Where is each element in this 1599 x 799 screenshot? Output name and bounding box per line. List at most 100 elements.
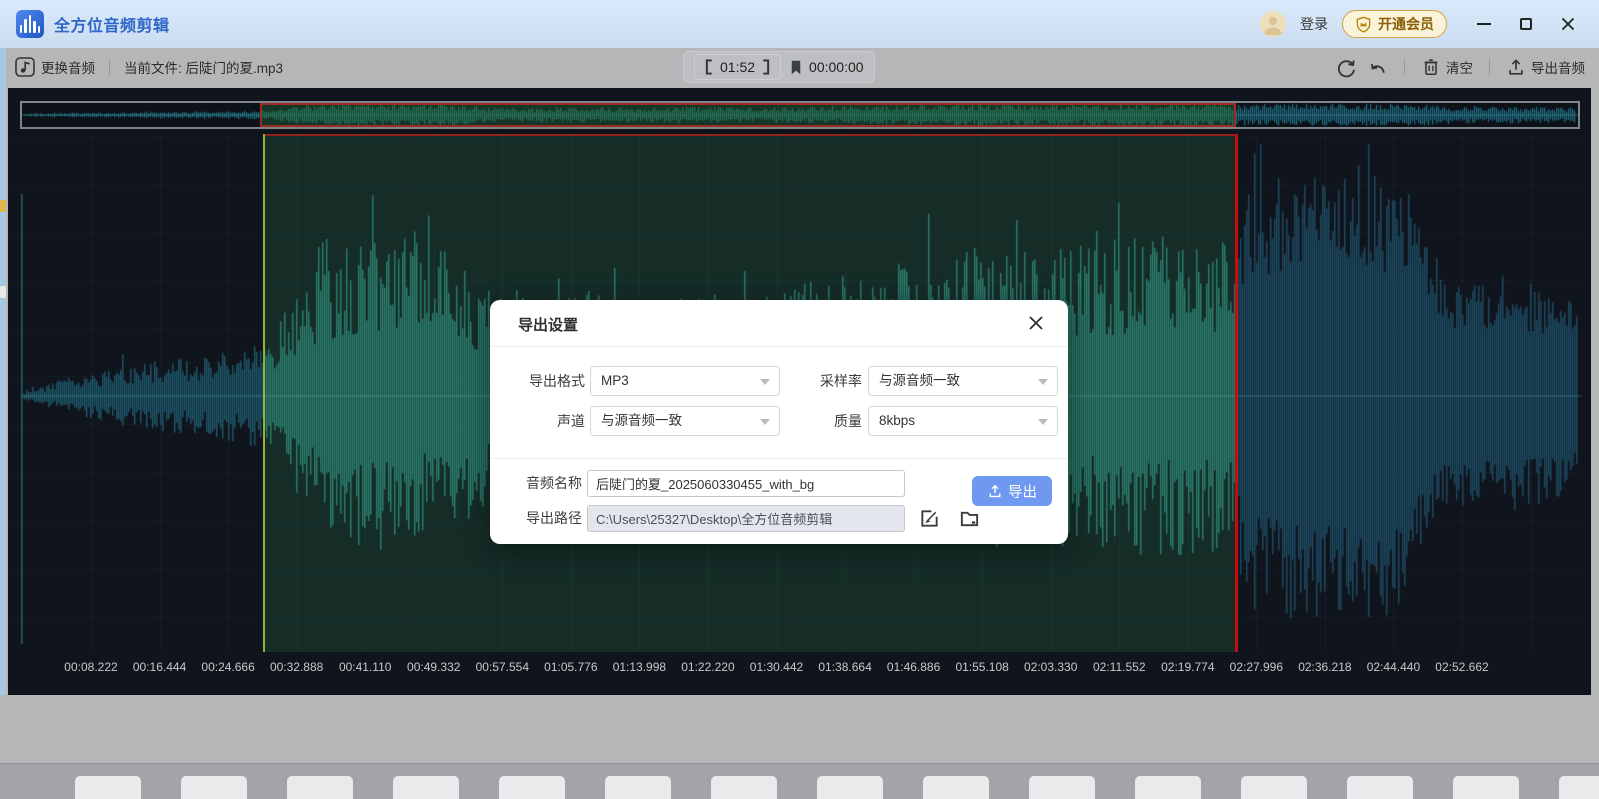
vip-label: 开通会员 xyxy=(1378,14,1434,34)
marker-time-display[interactable]: 00:00:00 xyxy=(789,59,864,76)
app-window: 全方位音频剪辑 登录 开通会员 xyxy=(0,0,1599,799)
toolbar: 更换音频 当前文件: 后陡门的夏.mp3 01:52 00:00:00 xyxy=(0,48,1599,86)
edit-path-button[interactable] xyxy=(918,507,940,529)
timeline-label: 00:08.222 xyxy=(64,660,117,674)
selection-duration-display[interactable]: 01:52 xyxy=(694,54,781,80)
change-audio-button[interactable]: 更换音频 xyxy=(14,56,95,78)
overview-selection-region[interactable] xyxy=(260,103,1236,127)
upload-icon xyxy=(1506,57,1526,77)
chevron-down-icon xyxy=(1038,379,1048,385)
quality-label: 质量 xyxy=(790,406,862,436)
clear-button[interactable]: 清空 xyxy=(1421,57,1473,77)
bracket-right-icon xyxy=(761,58,772,76)
timeline-label: 00:24.666 xyxy=(201,660,254,674)
preset-card[interactable] xyxy=(711,776,777,799)
timeline-label: 01:55.108 xyxy=(955,660,1008,674)
timeline-label: 00:16.444 xyxy=(133,660,186,674)
selection-duration: 01:52 xyxy=(720,59,755,75)
music-note-icon xyxy=(14,56,36,78)
folder-icon xyxy=(959,508,980,529)
divider xyxy=(1489,59,1490,75)
divider xyxy=(490,458,1068,459)
export-path-input[interactable] xyxy=(587,505,905,532)
preset-card[interactable] xyxy=(1029,776,1095,799)
channel-label: 声道 xyxy=(505,406,585,436)
timeline-label: 01:38.664 xyxy=(818,660,871,674)
preset-strip xyxy=(0,763,1599,799)
maximize-button[interactable] xyxy=(1511,9,1541,39)
selection-time-box: 01:52 00:00:00 xyxy=(683,51,875,83)
dialog-title: 导出设置 xyxy=(518,314,578,335)
vip-button[interactable]: 开通会员 xyxy=(1342,10,1447,38)
timeline-label: 02:19.774 xyxy=(1161,660,1214,674)
bookmark-icon xyxy=(789,59,803,76)
chevron-down-icon xyxy=(760,379,770,385)
sample-rate-label: 采样率 xyxy=(790,366,862,396)
divider xyxy=(109,59,110,75)
undo-all-button[interactable] xyxy=(1336,57,1357,78)
preset-card[interactable] xyxy=(923,776,989,799)
timeline-label: 00:41.110 xyxy=(339,660,392,674)
preset-card[interactable] xyxy=(393,776,459,799)
timeline-label: 02:36.218 xyxy=(1298,660,1351,674)
audio-name-input[interactable] xyxy=(587,470,905,497)
export-audio-label: 导出音频 xyxy=(1531,57,1585,77)
format-label: 导出格式 xyxy=(505,366,585,396)
export-audio-button[interactable]: 导出音频 xyxy=(1506,57,1585,77)
preset-card[interactable] xyxy=(1559,776,1599,799)
timeline-label: 02:03.330 xyxy=(1024,660,1077,674)
open-folder-button[interactable] xyxy=(958,507,980,529)
change-audio-label: 更换音频 xyxy=(41,57,95,77)
edit-icon xyxy=(919,508,940,529)
user-silhouette-icon xyxy=(1260,11,1286,37)
preset-card[interactable] xyxy=(1241,776,1307,799)
preset-card[interactable] xyxy=(181,776,247,799)
timeline-label: 01:30.442 xyxy=(750,660,803,674)
crown-badge-icon xyxy=(1355,16,1372,33)
close-icon xyxy=(1561,17,1575,31)
timeline-label: 00:32.888 xyxy=(270,660,323,674)
chevron-down-icon xyxy=(1038,419,1048,425)
preset-card[interactable] xyxy=(817,776,883,799)
chevron-down-icon xyxy=(760,419,770,425)
selection-end-handle[interactable] xyxy=(1235,134,1238,652)
undo-arrow-icon xyxy=(1367,57,1388,78)
close-icon xyxy=(1028,315,1044,331)
dialog-close-button[interactable] xyxy=(1026,313,1046,333)
selection-start-handle[interactable] xyxy=(263,134,265,652)
preset-card[interactable] xyxy=(605,776,671,799)
upload-icon xyxy=(987,483,1003,499)
undo-button[interactable] xyxy=(1367,57,1388,78)
channel-select[interactable]: 与源音频一致 xyxy=(590,406,780,436)
export-confirm-button[interactable]: 导出 xyxy=(972,476,1052,506)
timeline-label: 01:13.998 xyxy=(613,660,666,674)
quality-select[interactable]: 8kbps xyxy=(868,406,1058,436)
minimize-button[interactable] xyxy=(1469,9,1499,39)
preset-card[interactable] xyxy=(75,776,141,799)
current-file-label: 当前文件: 后陡门的夏.mp3 xyxy=(124,57,283,77)
waveform-overview[interactable] xyxy=(20,101,1580,129)
preset-card[interactable] xyxy=(499,776,565,799)
format-select[interactable]: MP3 xyxy=(590,366,780,396)
export-path-label: 导出路径 xyxy=(502,505,582,532)
undo-all-icon xyxy=(1336,57,1357,78)
preset-card[interactable] xyxy=(1453,776,1519,799)
login-link[interactable]: 登录 xyxy=(1300,14,1328,34)
preset-card[interactable] xyxy=(287,776,353,799)
preset-card[interactable] xyxy=(1135,776,1201,799)
background-window-edge xyxy=(0,48,6,799)
trash-icon xyxy=(1421,57,1441,77)
timeline-label: 00:49.332 xyxy=(407,660,460,674)
sample-rate-select[interactable]: 与源音频一致 xyxy=(868,366,1058,396)
timeline-label: 01:05.776 xyxy=(544,660,597,674)
background-window-fragment xyxy=(0,286,6,298)
preset-card[interactable] xyxy=(1347,776,1413,799)
timeline-label: 01:46.886 xyxy=(887,660,940,674)
app-title: 全方位音频剪辑 xyxy=(54,12,170,36)
app-logo-icon xyxy=(16,10,44,38)
timeline-label: 02:11.552 xyxy=(1093,660,1146,674)
close-button[interactable] xyxy=(1553,9,1583,39)
timeline-label: 02:52.662 xyxy=(1435,660,1488,674)
avatar[interactable] xyxy=(1260,11,1286,37)
divider xyxy=(490,346,1068,347)
